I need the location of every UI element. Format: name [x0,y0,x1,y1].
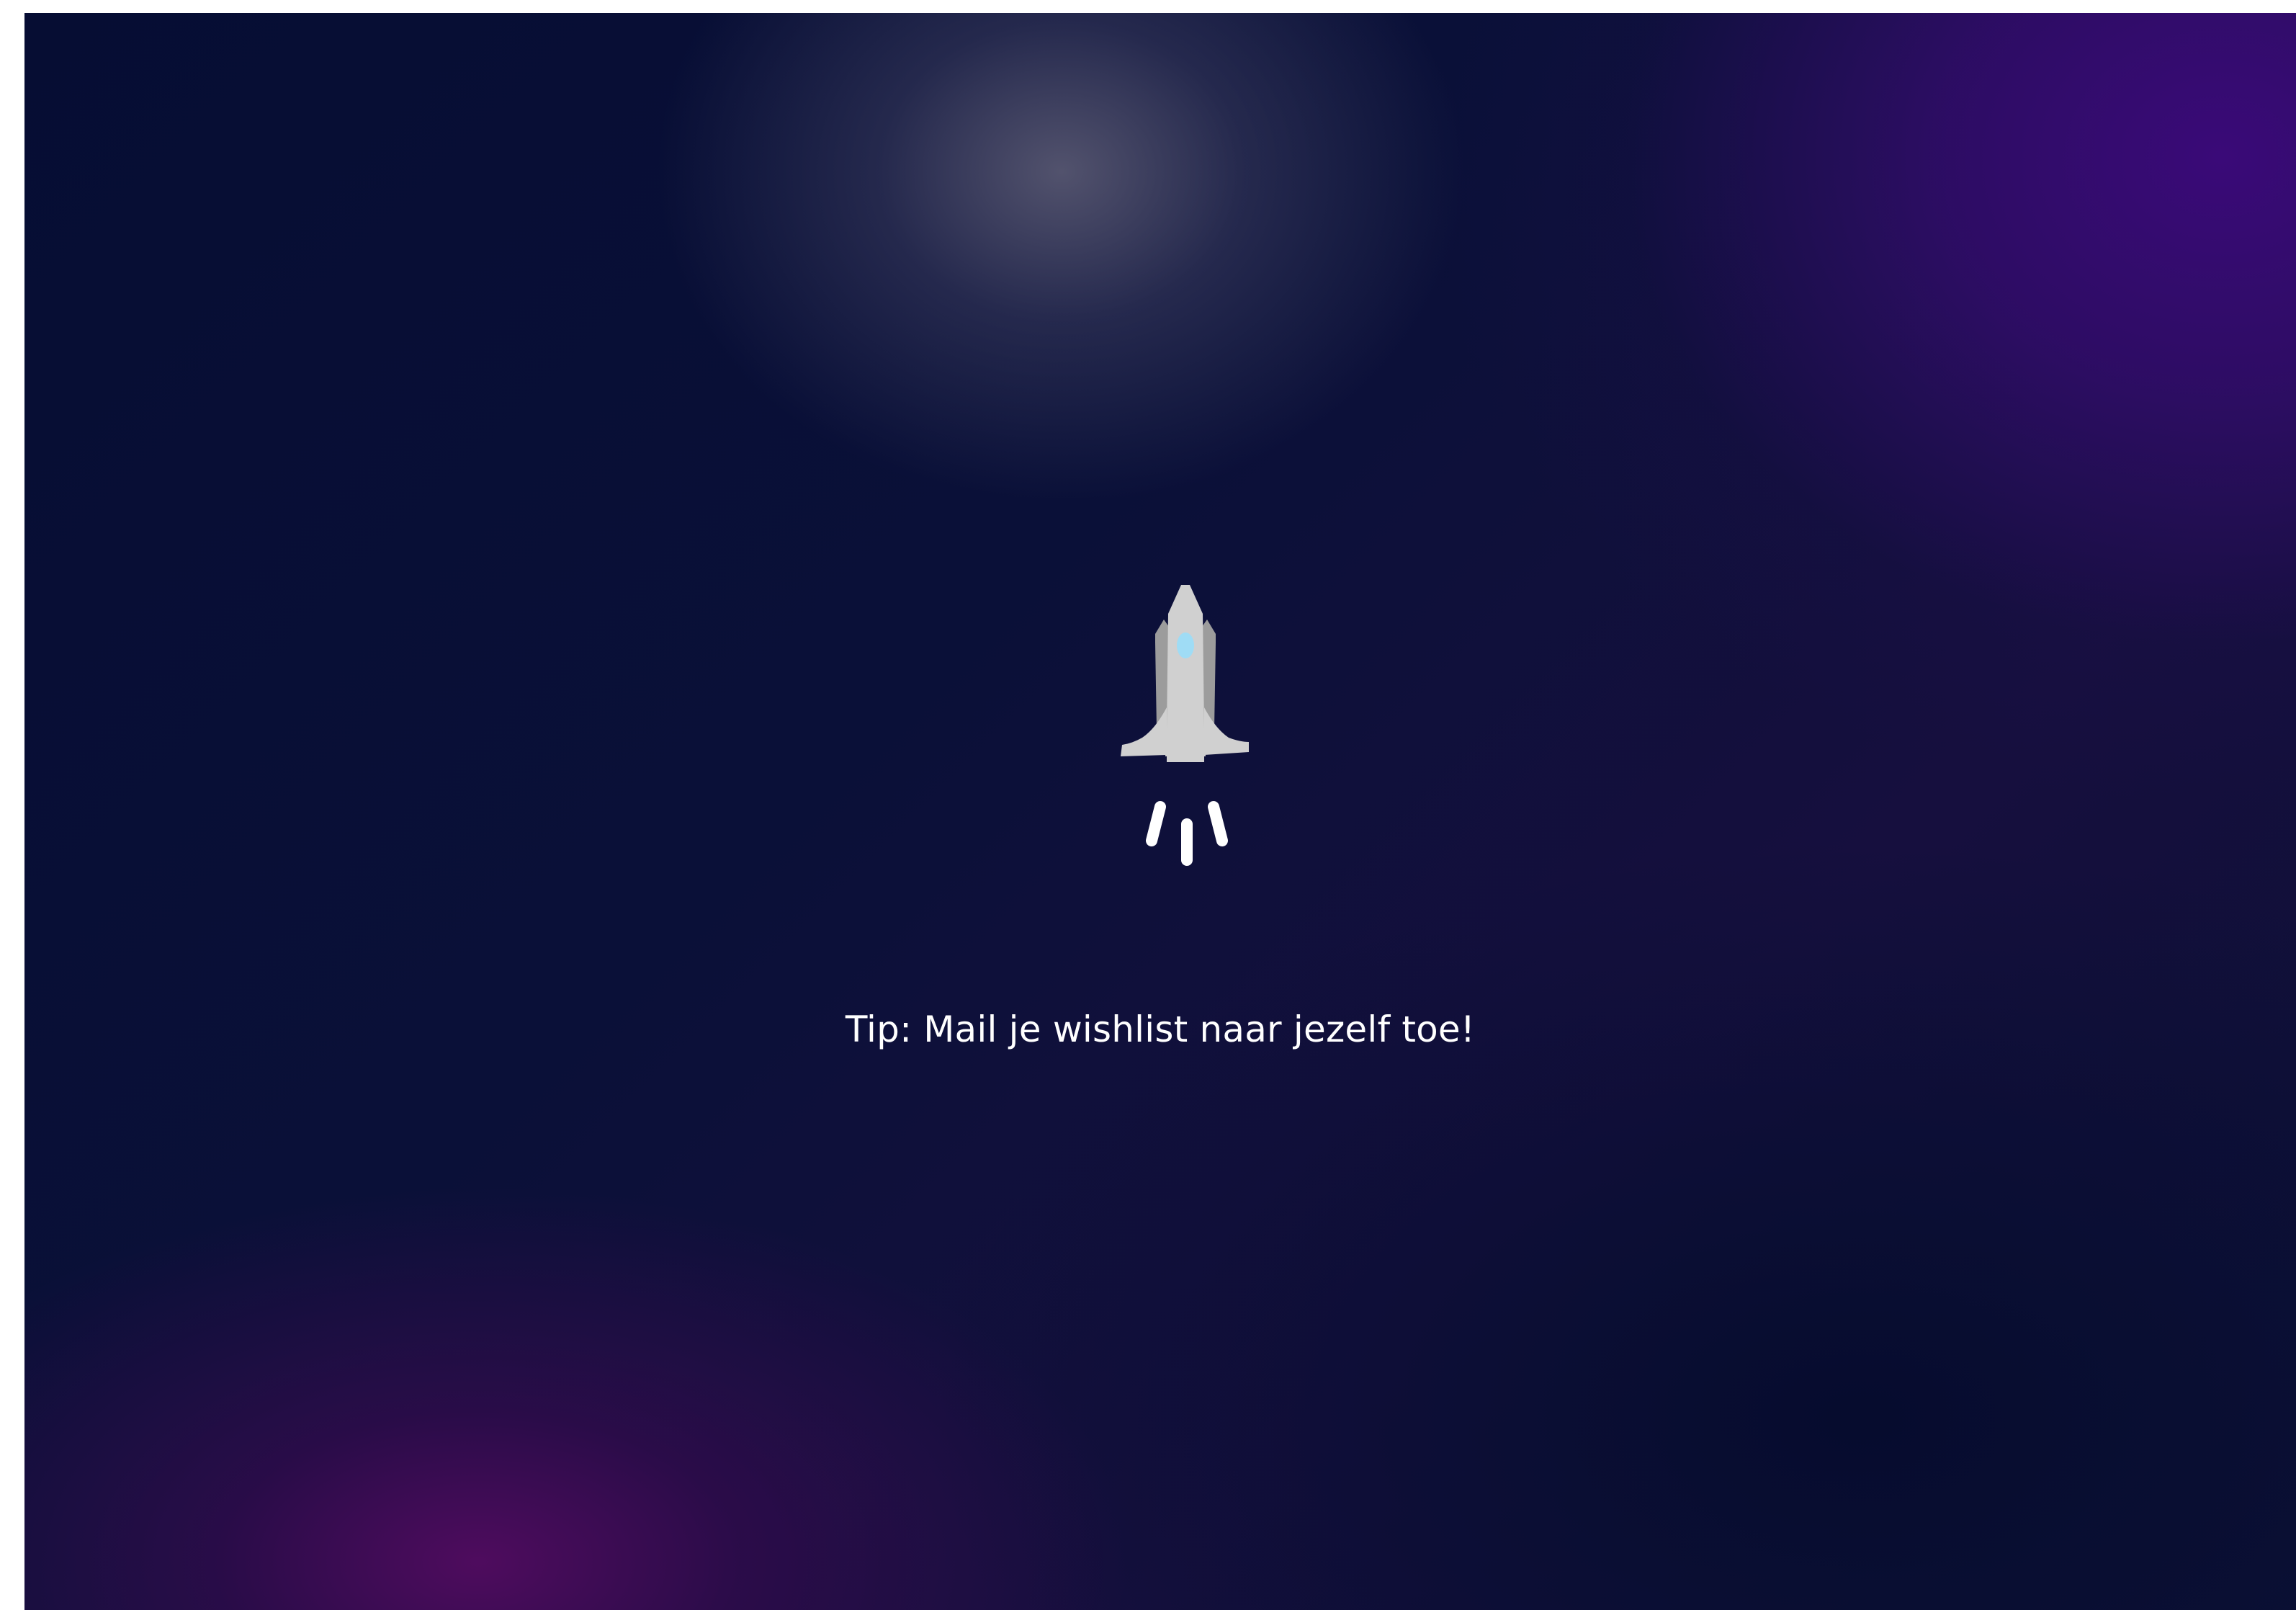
loading-screen: Tip: Mail je wishlist naar jezelf toe! [24,13,2296,1610]
rocket-base [1167,752,1204,762]
loading-tip: Tip: Mail je wishlist naar jezelf toe! [845,1009,1476,1050]
exhaust-left [1146,801,1166,846]
rocket-body [1165,585,1206,756]
rocket-icon [1121,585,1249,866]
exhaust-right [1208,801,1228,846]
page: Tip: Mail je wishlist naar jezelf toe! [0,0,2296,1610]
rocket-window [1177,632,1194,658]
